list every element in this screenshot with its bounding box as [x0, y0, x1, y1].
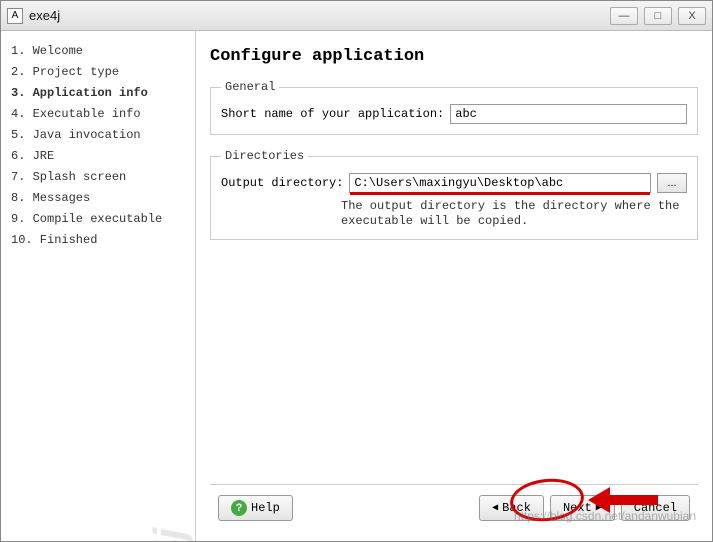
wizard-step-8[interactable]: 8. Messages: [7, 188, 189, 209]
wizard-step-5[interactable]: 5. Java invocation: [7, 125, 189, 146]
browse-button[interactable]: ...: [657, 173, 687, 193]
back-label: Back: [502, 501, 531, 515]
help-button[interactable]: ? Help: [218, 495, 293, 521]
general-legend: General: [221, 80, 279, 94]
output-dir-input[interactable]: [349, 173, 651, 193]
help-icon: ?: [231, 500, 247, 516]
maximize-button[interactable]: □: [644, 7, 672, 25]
app-window: A exe4j — □ X 1. Welcome2. Project type3…: [0, 0, 713, 542]
directories-legend: Directories: [221, 149, 308, 163]
wizard-step-6[interactable]: 6. JRE: [7, 146, 189, 167]
main-panel: Configure application General Short name…: [196, 31, 712, 541]
cancel-button[interactable]: Cancel: [621, 495, 690, 521]
short-name-input[interactable]: [450, 104, 687, 124]
close-button[interactable]: X: [678, 7, 706, 25]
app-icon: A: [7, 8, 23, 24]
wizard-step-7[interactable]: 7. Splash screen: [7, 167, 189, 188]
next-button[interactable]: Next ▶: [550, 495, 615, 521]
short-name-label: Short name of your application:: [221, 107, 444, 121]
output-dir-hint: The output directory is the directory wh…: [221, 193, 687, 229]
arrow-right-icon: ▶: [596, 502, 602, 514]
help-label: Help: [251, 501, 280, 515]
wizard-button-bar: ? Help ◀ Back Next ▶ Cancel: [210, 484, 698, 531]
cancel-label: Cancel: [634, 501, 677, 515]
directories-group: Directories Output directory: ... The ou…: [210, 149, 698, 240]
wizard-step-3[interactable]: 3. Application info: [7, 83, 189, 104]
wizard-steps: 1. Welcome2. Project type3. Application …: [7, 41, 189, 251]
output-dir-label: Output directory:: [221, 176, 343, 190]
wizard-step-4[interactable]: 4. Executable info: [7, 104, 189, 125]
wizard-step-10[interactable]: 10. Finished: [7, 230, 189, 251]
minimize-button[interactable]: —: [610, 7, 638, 25]
titlebar[interactable]: A exe4j — □ X: [1, 1, 712, 31]
back-button[interactable]: ◀ Back: [479, 495, 544, 521]
wizard-step-1[interactable]: 1. Welcome: [7, 41, 189, 62]
window-title: exe4j: [29, 8, 610, 23]
general-group: General Short name of your application:: [210, 80, 698, 135]
next-label: Next: [563, 501, 592, 515]
wizard-step-2[interactable]: 2. Project type: [7, 62, 189, 83]
brand-watermark: exe4j: [145, 523, 195, 541]
wizard-sidebar: 1. Welcome2. Project type3. Application …: [1, 31, 196, 541]
wizard-step-9[interactable]: 9. Compile executable: [7, 209, 189, 230]
arrow-left-icon: ◀: [492, 502, 498, 514]
page-title: Configure application: [210, 41, 698, 80]
